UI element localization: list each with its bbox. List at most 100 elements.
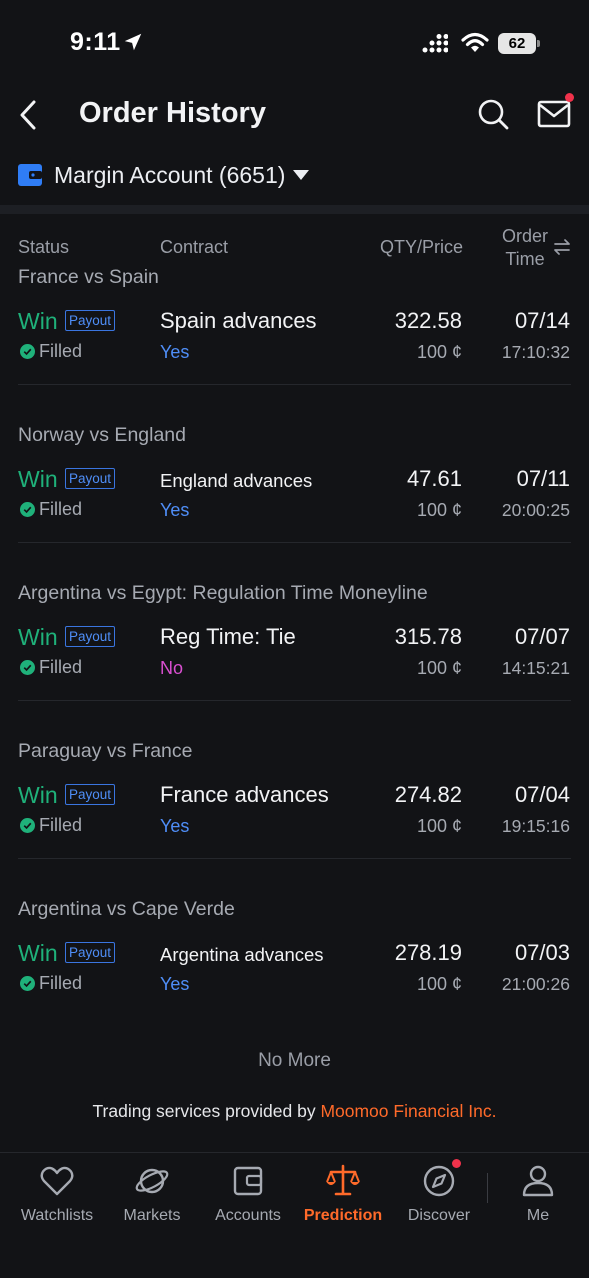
heart-icon	[40, 1166, 74, 1196]
order-qty: 278.19	[394, 940, 462, 965]
contract-side: Yes	[160, 342, 190, 362]
discover-notification-dot	[452, 1159, 461, 1168]
contract-side: Yes	[160, 974, 190, 994]
contract-side: No	[160, 658, 184, 678]
tab-accounts[interactable]: Accounts	[200, 1163, 296, 1231]
order-date: 07/11	[516, 466, 570, 491]
order-date: 07/14	[514, 308, 570, 333]
battery-icon: 62	[498, 33, 540, 55]
order-price: 100 ¢	[416, 816, 462, 836]
order-price: 100 ¢	[416, 974, 462, 994]
location-arrow-icon	[124, 33, 142, 51]
match-title: France vs Spain	[18, 266, 159, 288]
order-date: 07/03	[514, 940, 570, 965]
row-divider	[18, 542, 571, 543]
scale-icon	[326, 1164, 360, 1196]
result-label: Win	[18, 308, 58, 334]
order-date: 07/04	[514, 782, 570, 807]
fill-status: Filled	[20, 815, 82, 836]
tab-me[interactable]: Me	[490, 1163, 586, 1231]
order-time: 14:15:21	[501, 658, 570, 678]
row-divider	[18, 384, 571, 385]
page-title: Order History	[79, 97, 266, 129]
order-price: 100 ¢	[416, 658, 462, 678]
tab-discover[interactable]: Discover	[391, 1163, 487, 1231]
check-circle-icon	[20, 660, 35, 675]
account-selector[interactable]: Margin Account (6651)	[0, 155, 589, 199]
check-circle-icon	[20, 818, 35, 833]
payout-badge[interactable]: Payout	[65, 310, 116, 331]
fill-status: Filled	[20, 657, 82, 678]
fill-status: Filled	[20, 499, 82, 520]
status-bar: 9:11 62	[0, 0, 589, 80]
contract-side: Yes	[160, 816, 190, 836]
match-title: Norway vs England	[18, 424, 186, 446]
order-qty: 274.82	[394, 782, 462, 807]
result-label: Win	[18, 782, 58, 808]
order-date: 07/07	[514, 624, 570, 649]
column-order-time[interactable]: Order Time	[502, 225, 548, 271]
check-circle-icon	[20, 502, 35, 517]
order-row[interactable]: Argentina vs Egypt: Regulation Time Mone…	[0, 582, 589, 740]
fill-status: Filled	[20, 341, 82, 362]
contract-name: England advances	[160, 470, 313, 491]
wifi-icon	[461, 32, 489, 52]
sort-swap-icon[interactable]	[553, 238, 571, 256]
order-price: 100 ¢	[416, 500, 462, 520]
column-status: Status	[18, 237, 70, 257]
contract-name: Spain advances	[160, 308, 317, 333]
mail-notification-dot	[565, 93, 574, 102]
contract-name: France advances	[160, 782, 329, 807]
check-circle-icon	[20, 976, 35, 991]
order-row[interactable]: Paraguay vs France Win Payout Filled Fra…	[0, 740, 589, 898]
payout-badge[interactable]: Payout	[65, 468, 116, 489]
wallet-icon	[233, 1166, 263, 1196]
row-divider	[18, 700, 571, 701]
order-qty: 315.78	[394, 624, 462, 649]
result-label: Win	[18, 466, 58, 492]
contract-side: Yes	[160, 500, 190, 520]
caret-down-icon	[293, 170, 309, 180]
provider-link[interactable]: Moomoo Financial Inc.	[320, 1101, 496, 1121]
provider-disclosure: Trading services provided by Moomoo Fina…	[92, 1101, 497, 1121]
order-time: 21:00:26	[501, 974, 570, 994]
result-label: Win	[18, 940, 58, 966]
status-time: 9:11	[70, 28, 121, 56]
person-icon	[522, 1165, 554, 1197]
mail-icon[interactable]	[536, 97, 572, 131]
order-row[interactable]: Norway vs England Win Payout Filled Engl…	[0, 424, 589, 582]
check-circle-icon	[20, 344, 35, 359]
payout-badge[interactable]: Payout	[65, 784, 116, 805]
account-label: Margin Account (6651)	[54, 162, 286, 188]
order-price: 100 ¢	[416, 342, 462, 362]
search-icon[interactable]	[476, 97, 510, 131]
contract-name: Reg Time: Tie	[160, 624, 296, 649]
column-headers: Status Contract QTY/Price Order Time	[0, 222, 589, 272]
section-divider	[0, 205, 589, 214]
order-qty: 47.61	[406, 466, 462, 491]
match-title: Paraguay vs France	[18, 740, 193, 762]
column-contract: Contract	[160, 237, 229, 257]
fill-status: Filled	[20, 973, 82, 994]
column-qty-price: QTY/Price	[379, 237, 463, 257]
tab-watchlists[interactable]: Watchlists	[9, 1163, 105, 1231]
order-row[interactable]: Argentina vs Cape Verde Win Payout Fille…	[0, 898, 589, 1056]
tab-markets[interactable]: Markets	[104, 1163, 200, 1231]
result-label: Win	[18, 624, 58, 650]
wallet-icon	[18, 164, 42, 186]
match-title: Argentina vs Egypt: Regulation Time Mone…	[18, 582, 428, 604]
tab-prediction[interactable]: Prediction	[295, 1163, 391, 1231]
bottom-tab-bar: Watchlists Markets Accounts Prediction D…	[0, 1152, 589, 1278]
row-divider	[18, 858, 571, 859]
back-arrow-icon[interactable]	[14, 98, 44, 132]
payout-badge[interactable]: Payout	[65, 626, 116, 647]
battery-level: 62	[498, 33, 536, 54]
order-time: 17:10:32	[501, 342, 570, 362]
order-time: 20:00:25	[501, 500, 570, 520]
payout-badge[interactable]: Payout	[65, 942, 116, 963]
order-row[interactable]: France vs Spain Win Payout Filled Spain …	[0, 266, 589, 424]
compass-icon	[423, 1165, 455, 1197]
cellular-signal-icon	[422, 34, 448, 53]
order-qty: 322.58	[394, 308, 462, 333]
order-history-screen: 9:11 62 Order History Margin Account (66…	[0, 0, 589, 1278]
